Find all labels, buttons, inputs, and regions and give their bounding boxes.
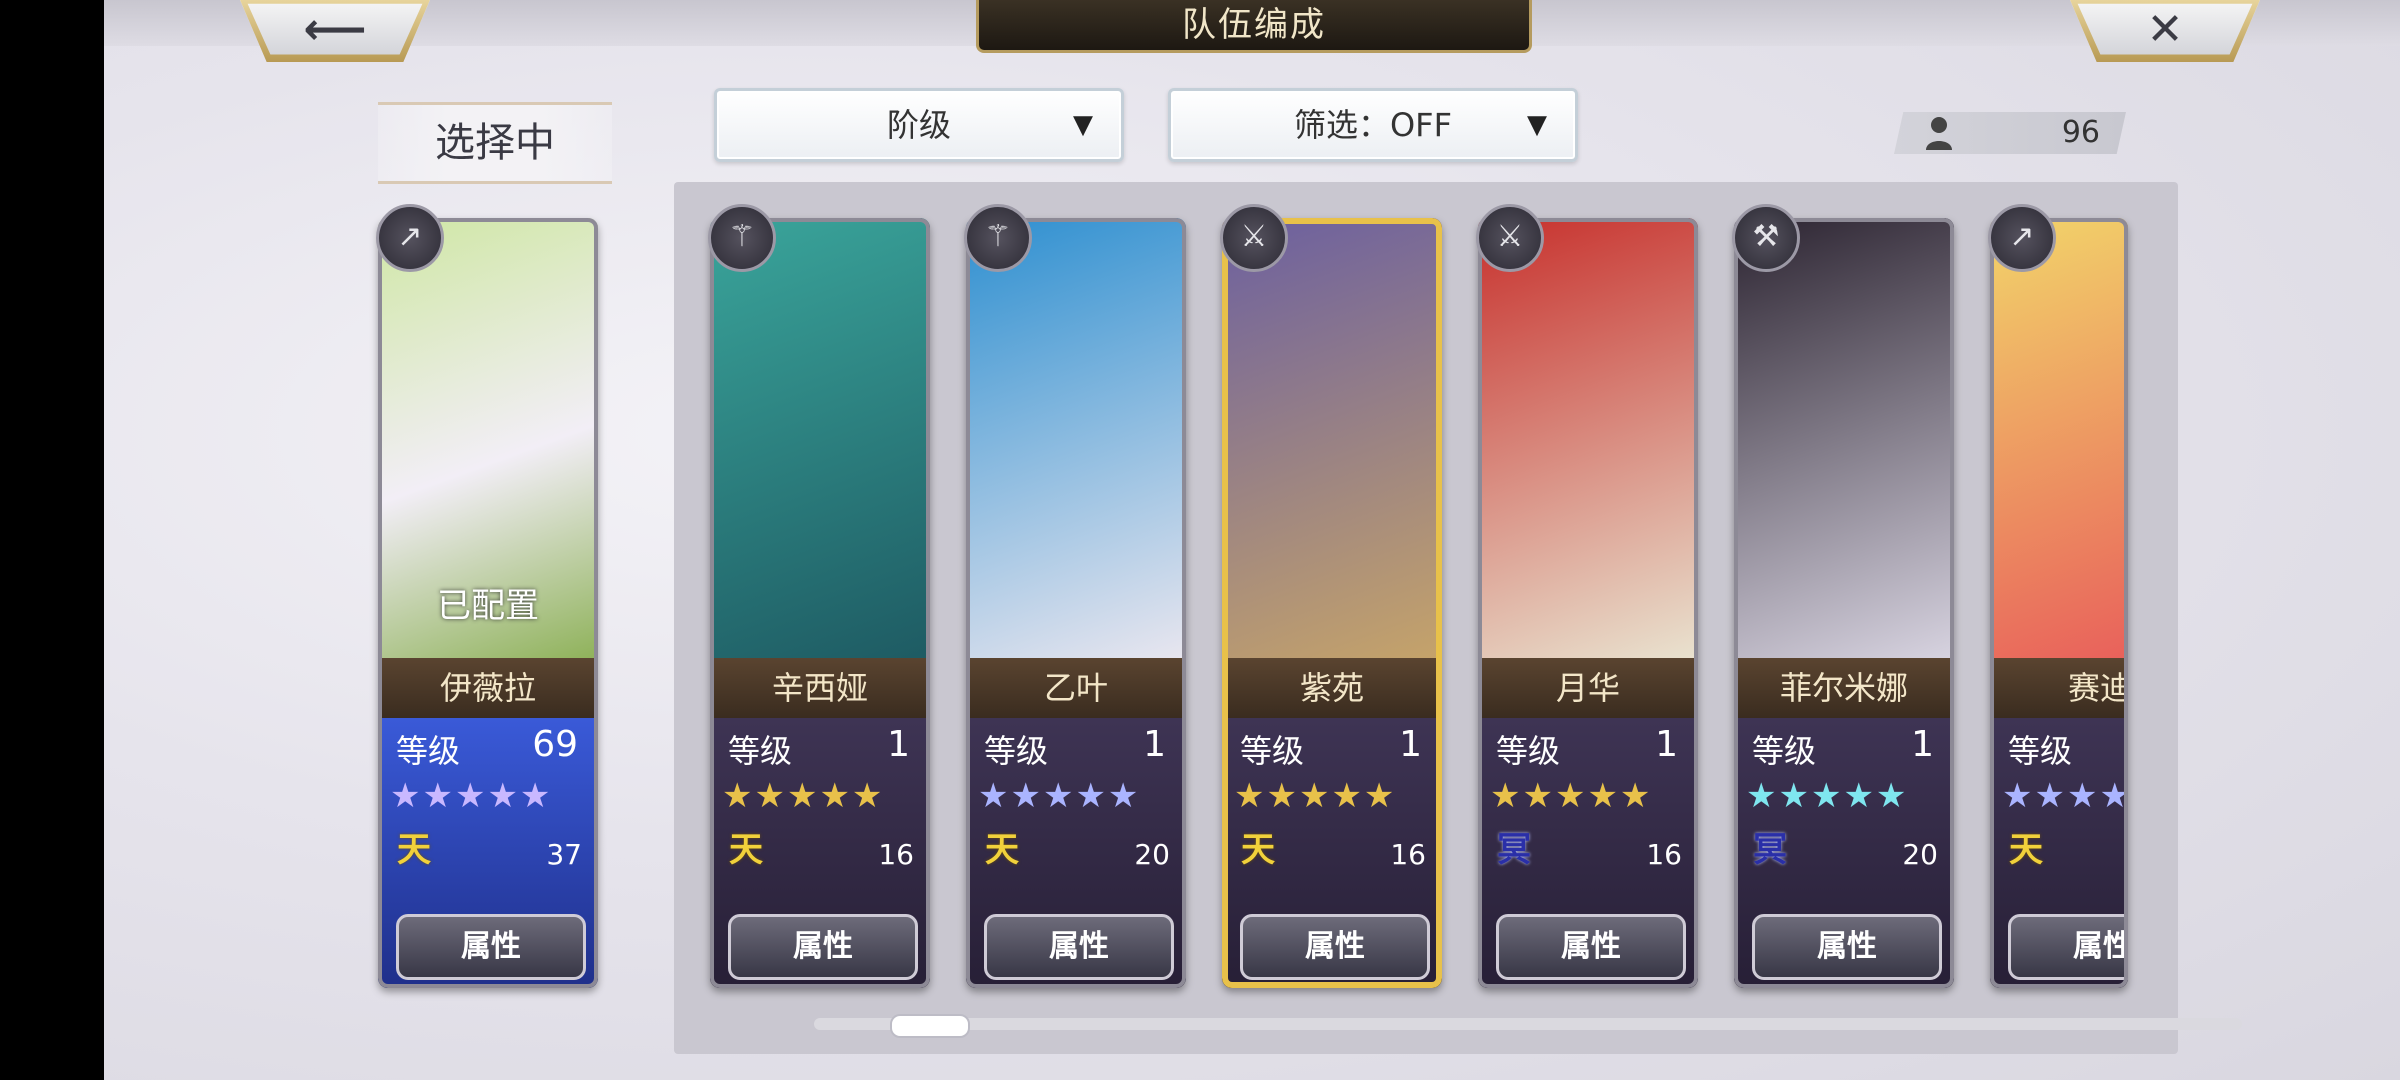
staff-icon: ⚚ [708, 204, 776, 272]
unit-stats: 等级 69 ★★★★★ 天 37 属性 [378, 718, 598, 988]
cost-value: 20 [1134, 838, 1170, 871]
level-value: 1 [1911, 724, 1934, 765]
unit-name: 辛西娅 [710, 658, 930, 718]
level-value: 1 [1143, 724, 1166, 765]
unit-stats: 等级 1 ★★★★★ 冥 20 属性 [1734, 718, 1954, 988]
tier-badge: 天 [1241, 830, 1275, 870]
rarity-stars: ★★★★★ [2002, 776, 2128, 816]
rarity-stars: ★★★★★ [390, 776, 553, 816]
unit-card[interactable]: 乙叶等级 1 ★★★★★ 天 20 属性 [966, 218, 1186, 988]
unit-name: 伊薇拉 [378, 658, 598, 718]
back-button[interactable]: ⟵ [240, 0, 430, 62]
assigned-tag: 已配置 [437, 586, 539, 626]
unit-stats: 等级 1 ★★★★★ 天 16 属性 [710, 718, 930, 988]
spear-icon: ↗ [1988, 204, 2056, 272]
filter-dropdown-value: 筛选：OFF [1293, 106, 1452, 144]
team-formation-screen: ⟵ 队伍编成 ✕ 选择中 阶级 ▼ 筛选：OFF ▼ 96 已配置 伊薇拉 等级… [104, 0, 2400, 1080]
selecting-label: 选择中 [378, 102, 612, 184]
tier-badge: 天 [729, 830, 763, 870]
cost-value: 16 [1646, 838, 1682, 871]
axe-icon: ⚒ [1732, 204, 1800, 272]
attribute-button[interactable]: 属性 [2008, 914, 2128, 980]
unit-name: 月华 [1478, 658, 1698, 718]
cost-value: 16 [1390, 838, 1426, 871]
tier-badge: 天 [985, 830, 1019, 870]
tier-badge: 冥 [1753, 830, 1787, 870]
unit-stats: 等级 1 ★★★★★ 天 16 属性 [1222, 718, 1442, 988]
unit-card[interactable]: 菲尔米娜等级 1 ★★★★★ 冥 20 属性 [1734, 218, 1954, 988]
unit-count-badge: 96 [1894, 112, 2126, 154]
tier-badge: 天 [397, 830, 431, 870]
level-label: 等级 [984, 732, 1049, 770]
unit-portrait [1734, 218, 1954, 658]
unit-count: 96 [2061, 115, 2100, 150]
tier-badge: 天 [2009, 830, 2043, 870]
level-value: 1 [1655, 724, 1678, 765]
filter-dropdown[interactable]: 筛选：OFF ▼ [1168, 88, 1578, 162]
attribute-button[interactable]: 属性 [1752, 914, 1942, 980]
unit-portrait [1222, 218, 1442, 658]
unit-stats: 等级 ★★★★★ 天属性 [1990, 718, 2128, 988]
cost-value: 16 [878, 838, 914, 871]
spear-icon: ↗ [376, 204, 444, 272]
rarity-stars: ★★★★★ [1234, 776, 1397, 816]
sort-dropdown-value: 阶级 [886, 106, 951, 144]
sort-dropdown[interactable]: 阶级 ▼ [714, 88, 1124, 162]
unit-portrait [966, 218, 1186, 658]
page-title: 队伍编成 [976, 0, 1532, 53]
level-value: 1 [887, 724, 910, 765]
level-value: 69 [532, 724, 578, 765]
staff-icon: ⚚ [964, 204, 1032, 272]
unit-card[interactable]: 紫苑等级 1 ★★★★★ 天 16 属性 [1222, 218, 1442, 988]
unit-name: 赛迪 [1990, 658, 2128, 718]
rarity-stars: ★★★★★ [722, 776, 885, 816]
close-icon: ✕ [2146, 4, 2184, 55]
level-value: 1 [1399, 724, 1422, 765]
cost-value: 37 [546, 838, 582, 871]
rarity-stars: ★★★★★ [1746, 776, 1909, 816]
roster-scrollbar[interactable] [814, 1018, 2242, 1030]
roster-scroll-thumb[interactable] [890, 1014, 970, 1038]
chevron-down-icon: ▼ [1073, 110, 1093, 140]
attribute-button[interactable]: 属性 [1240, 914, 1430, 980]
level-label: 等级 [396, 732, 461, 770]
close-button[interactable]: ✕ [2070, 0, 2260, 62]
unit-name: 紫苑 [1222, 658, 1442, 718]
person-icon [1926, 117, 1952, 150]
unit-name: 菲尔米娜 [1734, 658, 1954, 718]
attribute-button[interactable]: 属性 [396, 914, 586, 980]
unit-portrait [710, 218, 930, 658]
unit-card[interactable]: 赛迪等级 ★★★★★ 天属性 [1990, 218, 2128, 988]
chevron-down-icon: ▼ [1527, 110, 1547, 140]
level-label: 等级 [1496, 732, 1561, 770]
arrow-left-icon: ⟵ [303, 4, 367, 55]
tier-badge: 冥 [1497, 830, 1531, 870]
sword-icon: ⚔ [1220, 204, 1288, 272]
level-label: 等级 [2008, 732, 2073, 770]
unit-portrait [1990, 218, 2128, 658]
sword-icon: ⚔ [1476, 204, 1544, 272]
attribute-button[interactable]: 属性 [1496, 914, 1686, 980]
selected-unit-card[interactable]: 已配置 伊薇拉 等级 69 ★★★★★ 天 37 属性 [378, 218, 598, 988]
unit-stats: 等级 1 ★★★★★ 冥 16 属性 [1478, 718, 1698, 988]
unit-card[interactable]: 辛西娅等级 1 ★★★★★ 天 16 属性 [710, 218, 930, 988]
unit-card[interactable]: 月华等级 1 ★★★★★ 冥 16 属性 [1478, 218, 1698, 988]
attribute-button[interactable]: 属性 [984, 914, 1174, 980]
attribute-button[interactable]: 属性 [728, 914, 918, 980]
unit-portrait [1478, 218, 1698, 658]
rarity-stars: ★★★★★ [1490, 776, 1653, 816]
level-label: 等级 [1752, 732, 1817, 770]
cost-value: 20 [1902, 838, 1938, 871]
level-label: 等级 [728, 732, 793, 770]
unit-name: 乙叶 [966, 658, 1186, 718]
rarity-stars: ★★★★★ [978, 776, 1141, 816]
unit-stats: 等级 1 ★★★★★ 天 20 属性 [966, 718, 1186, 988]
level-label: 等级 [1240, 732, 1305, 770]
